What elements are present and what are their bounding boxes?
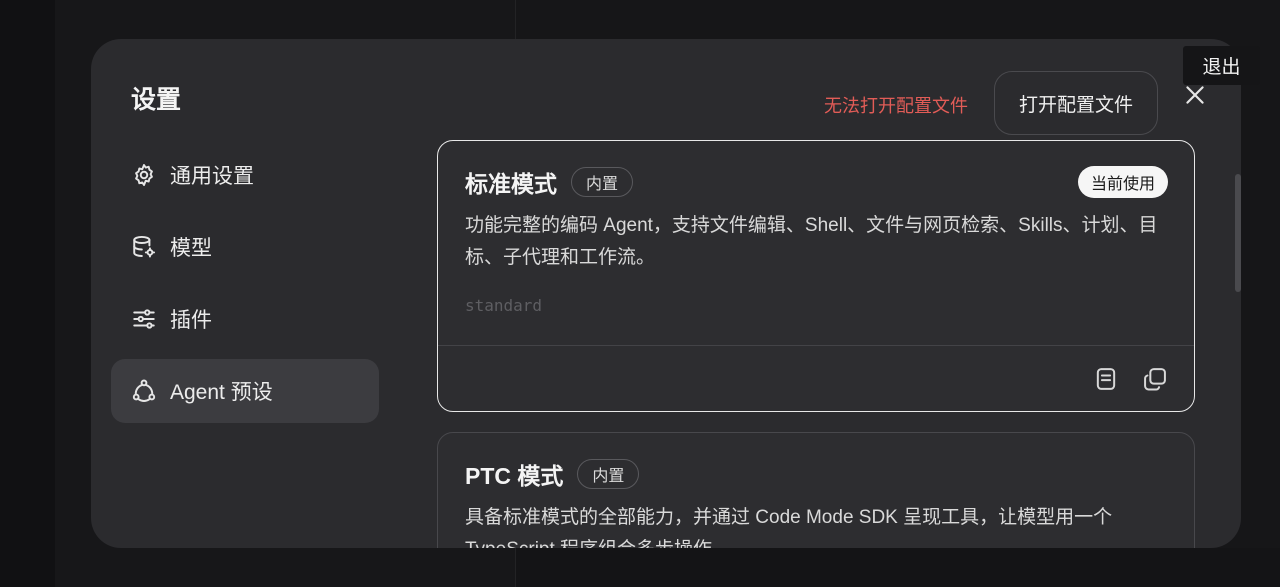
- nav-item-label: 插件: [170, 309, 212, 332]
- sliders-icon: [131, 306, 157, 332]
- settings-nav: 通用设置 模型 插件 Agent 预设: [111, 143, 379, 431]
- settings-modal: 设置 通用设置 模型 插件 Agent 预设 无法打开配置文件 打开配置文件 标…: [91, 39, 1241, 548]
- copy-icon[interactable]: [1141, 365, 1169, 393]
- background-statusbar: [516, 548, 1280, 587]
- preset-card-standard[interactable]: 标准模式 内置 当前使用 功能完整的编码 Agent，支持文件编辑、Shell、…: [437, 140, 1195, 412]
- nav-item-label: Agent 预设: [170, 381, 273, 404]
- view-file-icon[interactable]: [1092, 365, 1120, 393]
- nav-item-label: 模型: [170, 237, 212, 260]
- exit-tooltip: 退出: [1183, 46, 1260, 85]
- preset-title: 标准模式: [465, 171, 557, 197]
- preset-description: 具备标准模式的全部能力，并通过 Code Mode SDK 呈现工具，让模型用一…: [465, 507, 1113, 548]
- card-divider: [438, 345, 1194, 346]
- preset-card-ptc[interactable]: PTC 模式 内置 具备标准模式的全部能力，并通过 Code Mode SDK …: [437, 432, 1195, 548]
- open-config-button[interactable]: 打开配置文件: [994, 71, 1158, 135]
- preset-title: PTC 模式: [465, 463, 564, 489]
- scrollbar-thumb[interactable]: [1235, 174, 1241, 292]
- nav-item-general[interactable]: 通用设置: [111, 143, 379, 207]
- nav-item-plugins[interactable]: 插件: [111, 287, 379, 351]
- config-error-text: 无法打开配置文件: [824, 96, 968, 116]
- preset-title-row: 标准模式 内置: [465, 165, 634, 199]
- current-badge: 当前使用: [1077, 166, 1168, 198]
- preset-title-row: PTC 模式 内置: [465, 457, 640, 491]
- database-gear-icon: [131, 234, 157, 260]
- builtin-badge: 内置: [571, 167, 634, 197]
- nav-item-agent-presets[interactable]: Agent 预设: [111, 359, 379, 423]
- nav-item-models[interactable]: 模型: [111, 215, 379, 279]
- agent-nodes-icon: [131, 378, 157, 404]
- nav-item-label: 通用设置: [170, 165, 254, 188]
- modal-title: 设置: [131, 86, 182, 114]
- preset-id: standard: [465, 296, 543, 315]
- gear-icon: [131, 162, 157, 188]
- builtin-badge: 内置: [577, 459, 640, 489]
- close-icon[interactable]: [1182, 82, 1208, 108]
- preset-description: 功能完整的编码 Agent，支持文件编辑、Shell、文件与网页检索、Skill…: [465, 215, 1158, 268]
